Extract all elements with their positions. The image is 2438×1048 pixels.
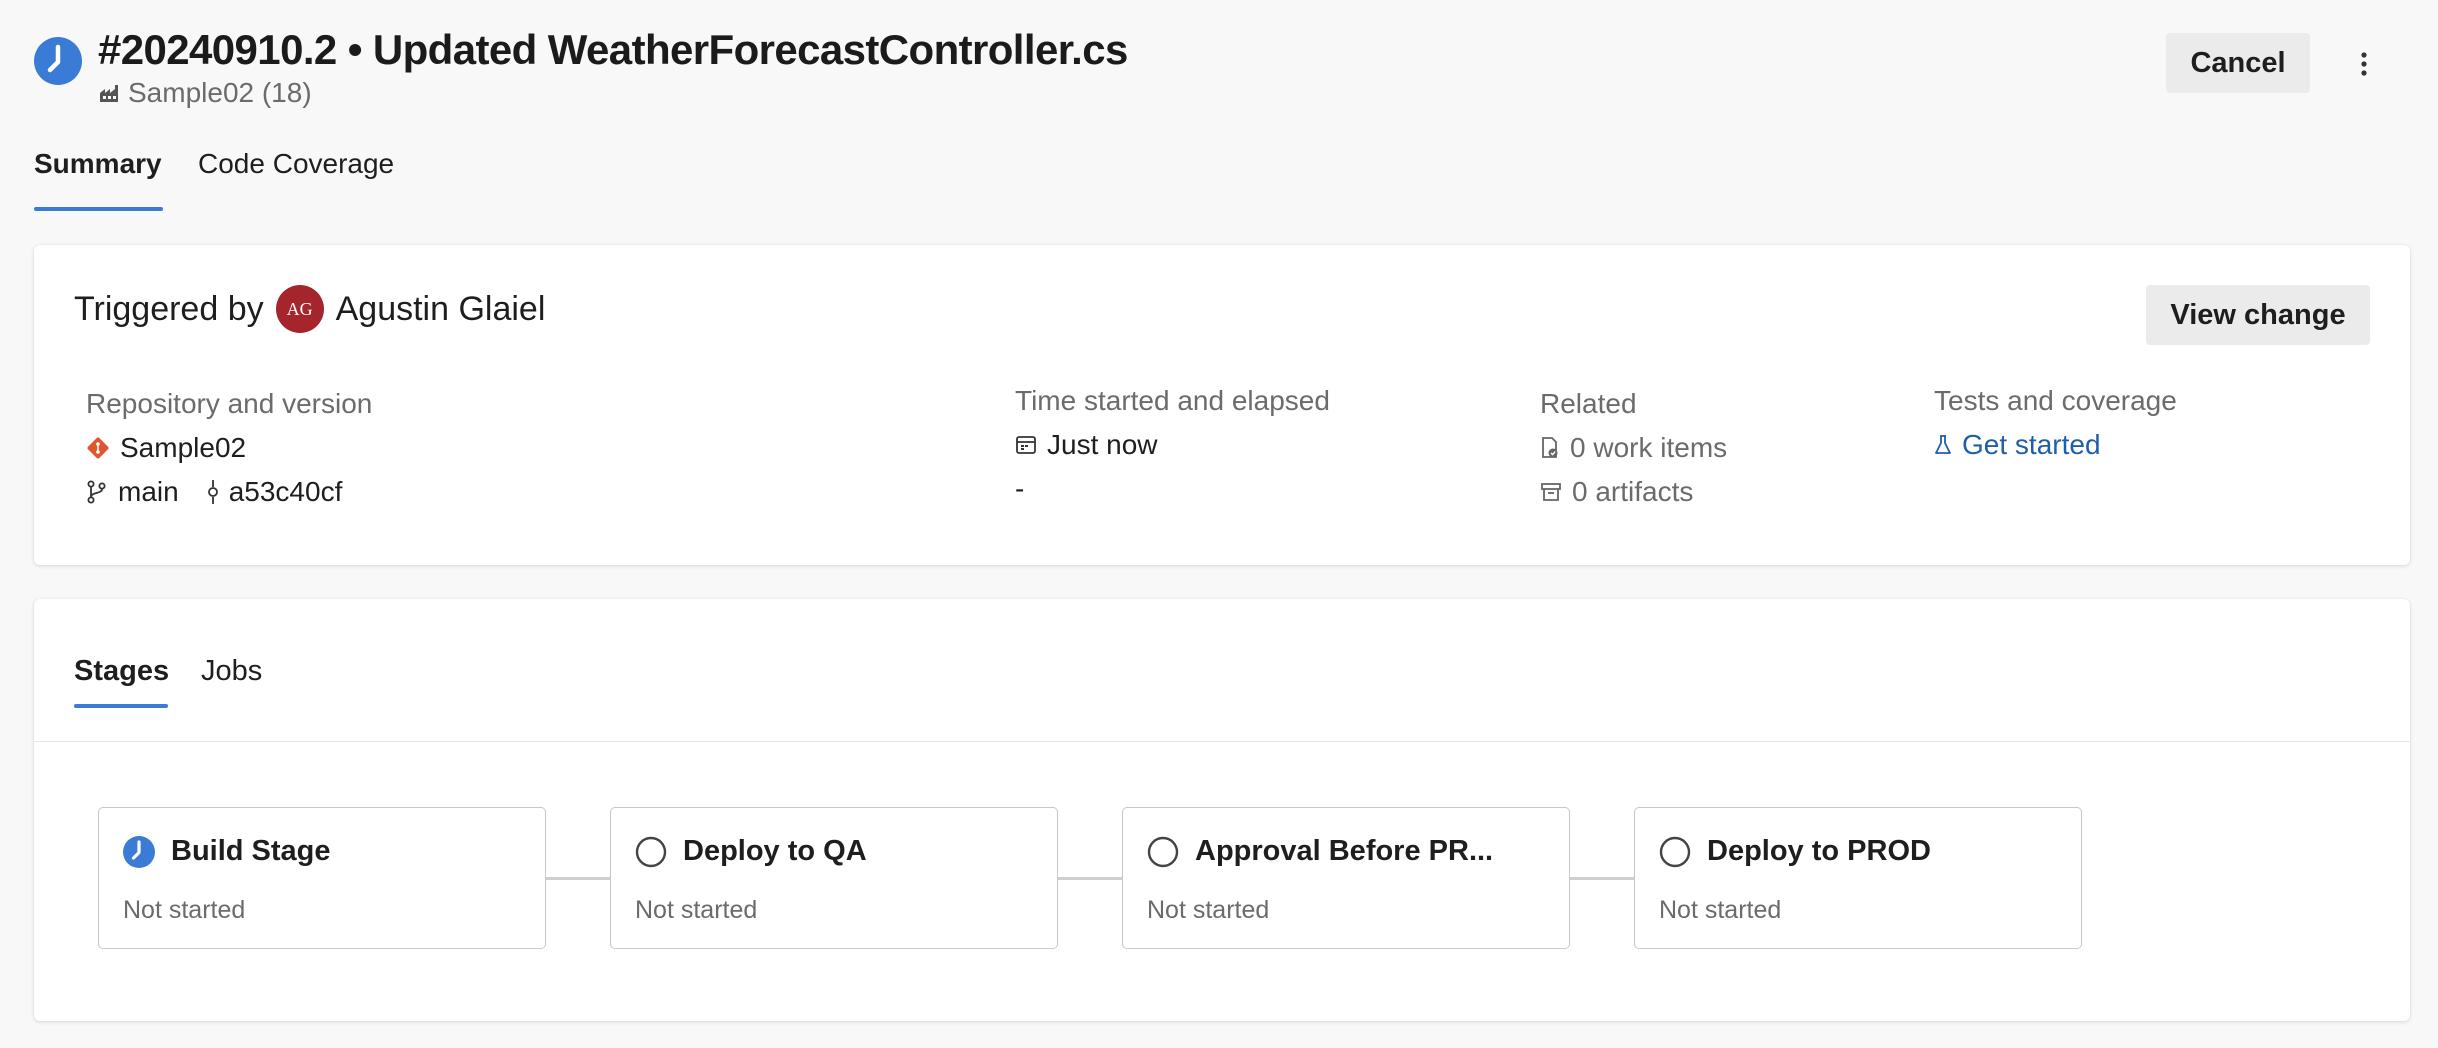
artifact-icon [1541, 483, 1561, 501]
tab-summary[interactable]: Summary [34, 148, 162, 180]
stage-status: Not started [1147, 896, 1270, 924]
work-item-icon [1542, 437, 1558, 458]
stage-deploy-qa[interactable]: Deploy to QA Not started [610, 807, 1058, 949]
stage-connector [1058, 877, 1124, 880]
empty-circle-icon [635, 836, 667, 867]
empty-circle-icon [1147, 836, 1179, 867]
repository-name: Sample02 [120, 432, 247, 463]
time-elapsed-line: - [1015, 473, 1330, 505]
pipeline-name: Sample02 (18) [128, 77, 312, 108]
branch-icon [87, 480, 106, 504]
commit-id[interactable]: a53c40cf [229, 476, 343, 508]
repository-link[interactable]: Sample02 [86, 432, 372, 464]
related-section: Related 0 work items 0 artifacts [1540, 388, 1727, 508]
calendar-icon [1016, 436, 1036, 454]
tests-section: Tests and coverage Get started [1934, 385, 2177, 461]
time-started-line: Just now [1015, 429, 1330, 461]
more-vertical-icon [2361, 52, 2367, 76]
divider [34, 741, 2410, 742]
pipeline-link[interactable]: Sample02 (18) [98, 77, 312, 109]
clock-icon [34, 37, 82, 85]
stage-build[interactable]: Build Stage Not started [98, 807, 546, 949]
stages-card: Stages Jobs Build Stage Not started Depl… [34, 599, 2410, 1021]
stage-status: Not started [123, 896, 246, 924]
page-title: #20240910.2 • Updated WeatherForecastCon… [98, 26, 1128, 73]
related-heading: Related [1540, 388, 1637, 419]
artifacts-line[interactable]: 0 artifacts [1540, 476, 1727, 508]
branch-name[interactable]: main [118, 476, 179, 508]
stage-name: Deploy to QA [683, 835, 867, 867]
get-started-link[interactable]: Get started [1934, 429, 2177, 461]
repository-section: Repository and version Sample02 main a53… [86, 388, 372, 508]
get-started-label: Get started [1962, 429, 2101, 460]
selected-tab-indicator [74, 704, 168, 708]
tab-stages[interactable]: Stages [74, 655, 169, 688]
tests-heading: Tests and coverage [1934, 385, 2177, 416]
tab-code-coverage[interactable]: Code Coverage [198, 148, 394, 180]
stage-name: Build Stage [171, 835, 331, 867]
tab-jobs[interactable]: Jobs [201, 655, 262, 688]
time-heading: Time started and elapsed [1015, 385, 1330, 416]
git-icon [87, 437, 109, 459]
triggered-by: Triggered by AG Agustin Glaiel [74, 285, 545, 333]
summary-card: Triggered by AG Agustin Glaiel View chan… [34, 245, 2410, 565]
selected-tab-indicator [34, 207, 163, 211]
repository-heading: Repository and version [86, 388, 373, 419]
stage-connector [546, 877, 612, 880]
work-items-count: 0 work items [1570, 432, 1728, 463]
stage-approval[interactable]: Approval Before PR... Not started [1122, 807, 1570, 949]
commit-icon [207, 480, 218, 504]
cancel-button[interactable]: Cancel [2166, 33, 2310, 93]
user-name[interactable]: Agustin Glaiel [336, 290, 546, 329]
triggered-by-label: Triggered by [74, 289, 264, 328]
pipeline-icon [100, 85, 118, 102]
stage-name: Deploy to PROD [1707, 835, 1931, 867]
artifacts-count: 0 artifacts [1572, 476, 1694, 507]
time-section: Time started and elapsed Just now - [1015, 385, 1330, 505]
time-elapsed: - [1015, 473, 1025, 504]
empty-circle-icon [1659, 836, 1691, 867]
time-started: Just now [1047, 429, 1158, 460]
view-change-button[interactable]: View change [2146, 285, 2370, 345]
clock-icon [123, 835, 155, 868]
flask-icon [1935, 435, 1951, 454]
stage-name: Approval Before PR... [1195, 835, 1494, 867]
version-line: main a53c40cf [86, 476, 372, 508]
stage-connector [1570, 877, 1636, 880]
stage-status: Not started [635, 896, 758, 924]
avatar: AG [275, 285, 324, 333]
stage-status: Not started [1659, 896, 1782, 924]
work-items-line[interactable]: 0 work items [1540, 432, 1727, 464]
stage-deploy-prod[interactable]: Deploy to PROD Not started [1634, 807, 2082, 949]
more-actions-button[interactable] [2344, 42, 2384, 86]
